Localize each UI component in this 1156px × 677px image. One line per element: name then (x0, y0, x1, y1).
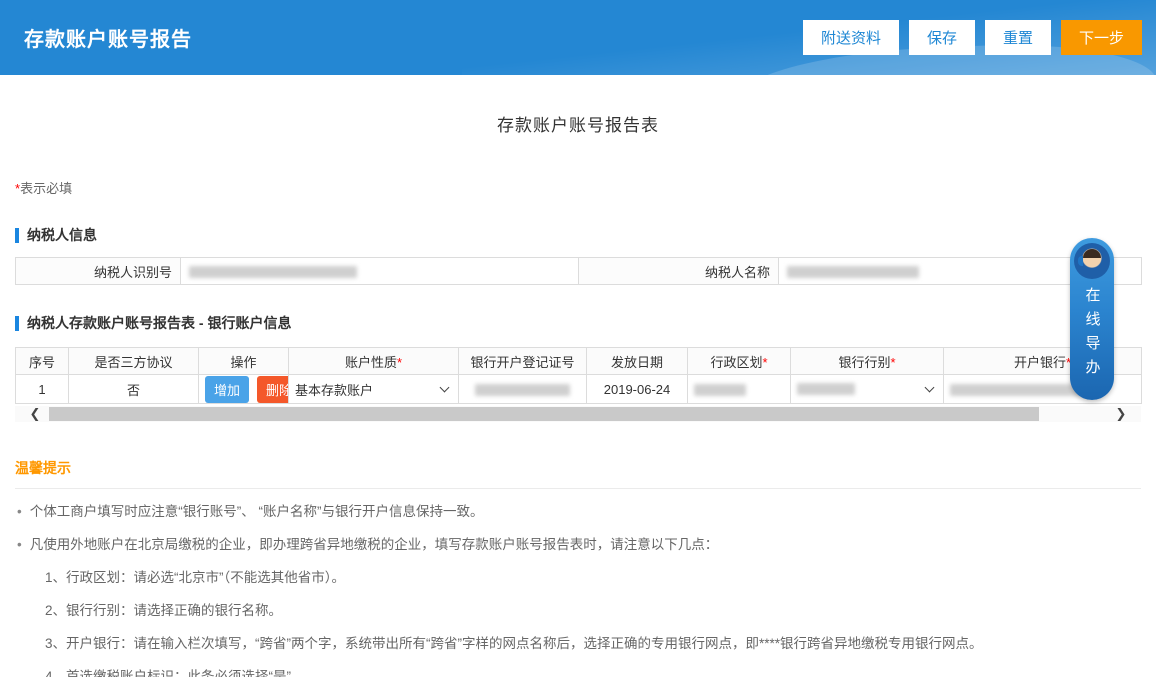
col-header-bank-category: 银行行别* (791, 348, 944, 375)
cell-bank-category (791, 375, 944, 404)
add-row-button[interactable]: 增加 (205, 376, 249, 403)
tip-item: 2、银行行别：请选择正确的银行名称。 (15, 601, 1141, 621)
taxpayer-name-label: 纳税人名称 (579, 258, 779, 285)
online-guide-widget[interactable]: 在线导办 (1070, 238, 1114, 400)
main-content: 存款账户账号报告表 *表示必填 纳税人信息 纳税人识别号 纳税人名称 纳税人存款… (0, 111, 1156, 677)
section-title-bank-account: 纳税人存款账户账号报告表 - 银行账户信息 (15, 313, 1141, 333)
redacted-value (787, 266, 919, 278)
col-header-admin-division: 行政区划* (688, 348, 791, 375)
cell-tripartite: 否 (69, 375, 199, 404)
header-button-group: 附送资料 保存 重置 下一步 (803, 20, 1142, 55)
tip-item: 1、行政区划：请必选“北京市”（不能选其他省市）。 (15, 568, 1141, 588)
tip-item: 4、首选缴税账户标识：此条必须选择“是”。 (15, 667, 1141, 677)
taxpayer-id-value (181, 258, 579, 285)
section-bar-icon (15, 228, 19, 243)
required-asterisk: * (762, 355, 767, 370)
section-bar-icon (15, 316, 19, 331)
col-header-issue-date: 发放日期 (587, 348, 688, 375)
cell-admin-division[interactable] (688, 375, 791, 404)
required-asterisk: * (890, 355, 895, 370)
cell-registration-no (459, 375, 587, 404)
app-header: 存款账户账号报告 附送资料 保存 重置 下一步 (0, 0, 1156, 75)
col-header-actions: 操作 (199, 348, 289, 375)
tip-item: 凡使用外地账户在北京局缴税的企业，即办理跨省异地缴税的企业，填写存款账户账号报告… (15, 535, 1141, 555)
col-header-index: 序号 (16, 348, 69, 375)
tips-list: 个体工商户填写时应注意“银行账号”、 “账户名称”与银行开户信息保持一致。 凡使… (15, 502, 1141, 677)
section-title-text: 纳税人存款账户账号报告表 - 银行账户信息 (27, 313, 291, 333)
online-guide-label: 在线导办 (1082, 287, 1103, 383)
col-header-registration-no: 银行开户登记证号 (459, 348, 587, 375)
cell-issue-date: 2019-06-24 (587, 375, 688, 404)
account-type-select[interactable]: 基本存款账户 (295, 380, 452, 399)
redacted-value (475, 384, 570, 396)
required-asterisk: * (397, 355, 402, 370)
attach-materials-button[interactable]: 附送资料 (803, 20, 899, 55)
cell-account-type: 基本存款账户 (289, 375, 459, 404)
tip-item: 3、开户银行：请在输入栏次填写，“跨省”两个字，系统带出所有“跨省”字样的网点名… (15, 634, 1141, 654)
table-horizontal-scrollbar[interactable]: ❮ ❯ (15, 406, 1141, 422)
redacted-value (189, 266, 357, 278)
required-note: *表示必填 (15, 178, 1141, 197)
save-button[interactable]: 保存 (909, 20, 975, 55)
section-title-taxpayer: 纳税人信息 (15, 225, 1141, 245)
redacted-value (694, 384, 746, 396)
required-note-text: 表示必填 (20, 181, 72, 196)
divider (15, 488, 1141, 489)
taxpayer-id-label: 纳税人识别号 (16, 258, 181, 285)
reset-button[interactable]: 重置 (985, 20, 1051, 55)
delete-row-button[interactable]: 删除 (257, 376, 288, 403)
tip-item: 个体工商户填写时应注意“银行账号”、 “账户名称”与银行开户信息保持一致。 (15, 502, 1141, 522)
scroll-left-arrow-icon[interactable]: ❮ (23, 406, 47, 422)
page-title: 存款账户账号报告 (24, 23, 192, 52)
bank-category-select[interactable] (797, 383, 937, 395)
col-header-account-type: 账户性质* (289, 348, 459, 375)
cell-actions: 增加删除 (199, 375, 289, 404)
account-type-selected-value: 基本存款账户 (295, 380, 373, 399)
customer-service-avatar-icon (1074, 243, 1110, 279)
col-header-tripartite: 是否三方协议 (69, 348, 199, 375)
section-title-text: 纳税人信息 (27, 225, 97, 245)
chevron-down-icon (440, 383, 450, 393)
table-header-row: 序号 是否三方协议 操作 账户性质* 银行开户登记证号 发放日期 行政区划* 银… (16, 348, 1142, 375)
page: 存款账户账号报告 附送资料 保存 重置 下一步 存款账户账号报告表 *表示必填 … (0, 0, 1156, 677)
chevron-down-icon (925, 383, 935, 393)
table-row: 纳税人识别号 纳税人名称 (16, 258, 1142, 285)
cell-index: 1 (16, 375, 69, 404)
bank-account-table: 序号 是否三方协议 操作 账户性质* 银行开户登记证号 发放日期 行政区划* 银… (15, 347, 1142, 404)
table-row: 1 否 增加删除 基本存款账户 2019-06-24 (16, 375, 1142, 404)
scrollbar-thumb[interactable] (49, 407, 1039, 421)
scroll-right-arrow-icon[interactable]: ❯ (1109, 406, 1133, 422)
form-title: 存款账户账号报告表 (15, 111, 1141, 136)
redacted-value (797, 383, 855, 395)
taxpayer-info-table: 纳税人识别号 纳税人名称 (15, 257, 1142, 285)
tips-section: 温馨提示 个体工商户填写时应注意“银行账号”、 “账户名称”与银行开户信息保持一… (15, 458, 1141, 677)
next-step-button[interactable]: 下一步 (1061, 20, 1142, 55)
tips-title: 温馨提示 (15, 458, 1141, 478)
